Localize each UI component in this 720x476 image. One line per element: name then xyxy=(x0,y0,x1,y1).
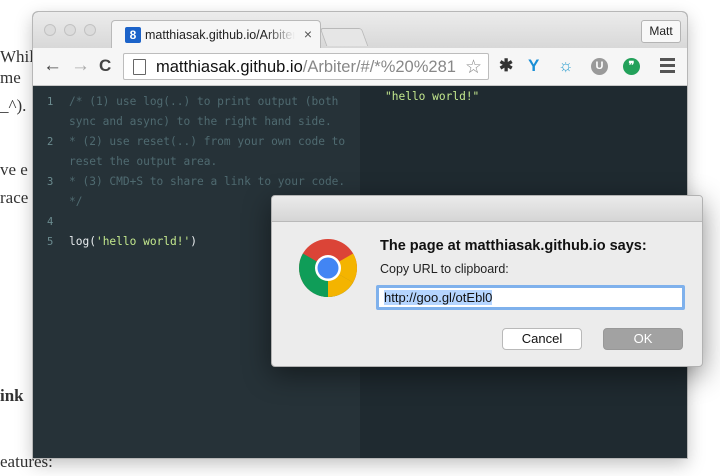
zoom-window-button[interactable] xyxy=(84,24,96,36)
url-input-field[interactable]: http://goo.gl/otEbl0 xyxy=(376,285,685,310)
code-text: */ xyxy=(69,195,83,208)
quote-extension-icon[interactable]: ❞ xyxy=(623,58,640,75)
dialog-message: Copy URL to clipboard: xyxy=(380,262,509,276)
reload-icon[interactable]: C xyxy=(99,56,111,76)
background-text: _^). xyxy=(0,96,27,115)
code-line: 3 * (3) CMD+S to share a link to your co… xyxy=(33,172,360,192)
profile-button[interactable]: Matt xyxy=(641,20,681,43)
title-bar: 8 matthiasak.github.io/Arbiter × Matt xyxy=(33,12,687,48)
new-tab-button[interactable] xyxy=(319,28,369,46)
browser-toolbar: ← → C matthiasak.github.io/Arbiter/#/*%2… xyxy=(33,48,687,86)
dialog-title: The page at matthiasak.github.io says: xyxy=(380,238,647,254)
u-extension-icon[interactable]: U xyxy=(591,58,608,75)
cancel-button[interactable]: Cancel xyxy=(502,328,582,350)
page-icon xyxy=(133,59,146,75)
line-number: 4 xyxy=(47,216,54,228)
url-text: matthiasak.github.io/Arbiter/#/*%20%281%… xyxy=(156,58,456,76)
address-bar[interactable]: matthiasak.github.io/Arbiter/#/*%20%281%… xyxy=(123,53,489,80)
code-text: sync and async) to the right hand side. xyxy=(69,115,332,128)
line-number: 5 xyxy=(47,236,54,248)
asterisk-extension-icon[interactable]: ✱ xyxy=(499,57,513,75)
alert-dialog: The page at matthiasak.github.io says: C… xyxy=(271,195,703,367)
code-text: * (3) CMD+S to share a link to your code… xyxy=(69,175,346,188)
code-text: reset the output area. xyxy=(69,155,218,168)
code-line: 2 * (2) use reset(..) from your own code… xyxy=(33,132,360,152)
code-line: reset the output area. xyxy=(33,152,360,172)
line-number: 3 xyxy=(47,176,54,188)
output-line: "hello world!" xyxy=(385,90,480,103)
background-text: race xyxy=(0,188,29,207)
tab-title: matthiasak.github.io/Arbiter xyxy=(145,28,295,42)
minimize-window-button[interactable] xyxy=(64,24,76,36)
satellite-extension-icon[interactable]: ☼ xyxy=(558,57,574,75)
code-text: * (2) use reset(..) from your own code t… xyxy=(69,135,346,148)
background-text: me xyxy=(0,68,21,87)
background-text: Whil xyxy=(0,47,34,66)
bookmark-star-icon[interactable]: ☆ xyxy=(465,56,482,79)
line-number: 2 xyxy=(47,136,54,148)
favicon-icon: 8 xyxy=(125,27,141,43)
menu-icon[interactable] xyxy=(660,58,675,76)
forward-arrow-icon[interactable]: → xyxy=(71,56,90,76)
code-text: /* (1) use log(..) to print output (both xyxy=(69,95,339,108)
ok-button[interactable]: OK xyxy=(603,328,683,350)
line-number: 1 xyxy=(47,96,54,108)
dialog-title-bar xyxy=(272,196,702,222)
code-line: sync and async) to the right hand side. xyxy=(33,112,360,132)
back-arrow-icon[interactable]: ← xyxy=(43,56,62,76)
chrome-logo-icon xyxy=(299,239,357,297)
background-text: ink xyxy=(0,386,24,405)
browser-tab[interactable]: 8 matthiasak.github.io/Arbiter × xyxy=(111,20,321,48)
tab-close-icon[interactable]: × xyxy=(304,26,312,42)
code-line: 1 /* (1) use log(..) to print output (bot… xyxy=(33,92,360,112)
close-window-button[interactable] xyxy=(44,24,56,36)
code-text: log('hello world!') xyxy=(69,235,197,248)
yoast-extension-icon[interactable]: Y xyxy=(528,57,539,75)
background-text: ve e xyxy=(0,160,28,179)
